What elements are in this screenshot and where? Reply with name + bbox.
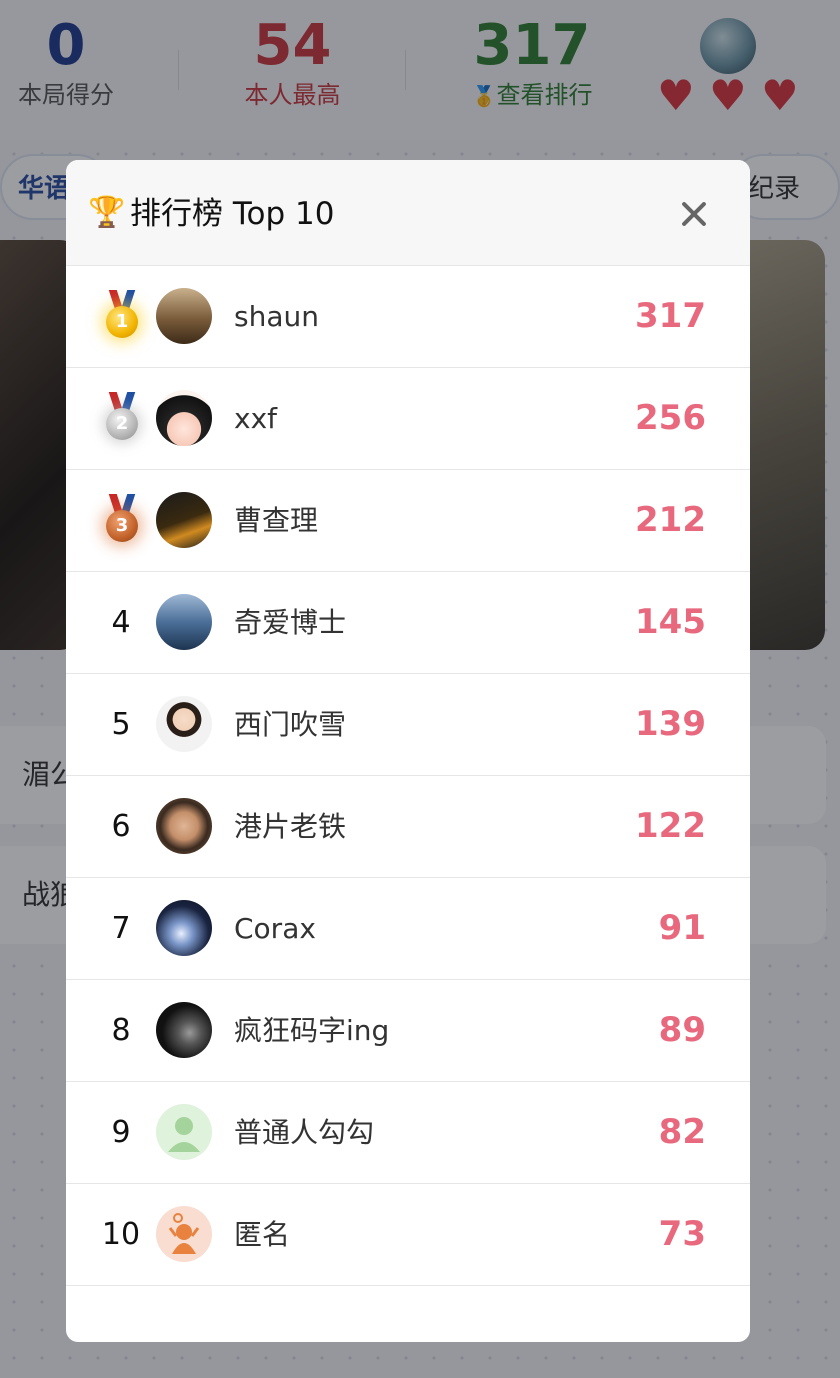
player-name: 疯狂码字ing	[234, 1014, 390, 1047]
close-button[interactable]	[678, 198, 710, 230]
anonymous-icon	[168, 1213, 200, 1254]
leaderboard-modal: 🏆 排行榜 Top 10 1 shaun 317 2 xxf 256 3 曹查理…	[66, 160, 750, 1342]
rank-number: 6	[111, 809, 131, 844]
modal-title: 排行榜 Top 10	[130, 196, 335, 232]
player-score: 89	[658, 1010, 706, 1050]
rank-number: 9	[111, 1115, 131, 1150]
leaderboard-row: 2 xxf 256	[66, 368, 750, 470]
player-name: shaun	[234, 300, 319, 333]
leaderboard-row: 7 Corax 91	[66, 878, 750, 980]
avatar	[156, 900, 212, 956]
leaderboard-row: 9 普通人勾勾 82	[66, 1082, 750, 1184]
leaderboard-row: 3 曹查理 212	[66, 470, 750, 572]
avatar	[156, 798, 212, 854]
modal-header: 🏆 排行榜 Top 10	[66, 160, 750, 266]
player-name: 曹查理	[234, 504, 319, 537]
rank-number: 4	[111, 605, 131, 640]
player-score: 139	[635, 704, 706, 744]
rank-number: 5	[111, 707, 131, 742]
player-name: Corax	[234, 912, 316, 945]
player-name: 奇爱博士	[234, 606, 347, 639]
rank-number: 7	[111, 911, 131, 946]
player-score: 91	[658, 908, 706, 948]
avatar	[156, 390, 212, 446]
avatar	[156, 288, 212, 344]
default-user-icon	[168, 1117, 200, 1152]
player-score: 82	[658, 1112, 706, 1152]
leaderboard-row: 10 匿名 73	[66, 1184, 750, 1286]
player-name: 港片老铁	[234, 810, 347, 843]
avatar	[156, 492, 212, 548]
player-score: 317	[635, 296, 706, 336]
player-score: 212	[635, 500, 706, 540]
player-name: 普通人勾勾	[234, 1116, 375, 1149]
player-name: xxf	[234, 402, 277, 435]
leaderboard-row: 4 奇爱博士 145	[66, 572, 750, 674]
player-score: 73	[658, 1214, 706, 1254]
player-name: 匿名	[234, 1218, 291, 1251]
avatar	[156, 696, 212, 752]
player-score: 122	[635, 806, 706, 846]
silver-medal-icon: 2	[104, 392, 140, 446]
leaderboard-row: 1 shaun 317	[66, 266, 750, 368]
rank-number: 10	[101, 1217, 141, 1252]
trophy-icon: 🏆	[88, 195, 126, 230]
avatar	[156, 1206, 212, 1262]
leaderboard-row: 6 港片老铁 122	[66, 776, 750, 878]
avatar	[156, 1104, 212, 1160]
player-name: 西门吹雪	[234, 708, 347, 741]
player-score: 145	[635, 602, 706, 642]
rank-number: 8	[111, 1013, 131, 1048]
bronze-medal-icon: 3	[104, 494, 140, 548]
leaderboard-row: 8 疯狂码字ing 89	[66, 980, 750, 1082]
avatar	[156, 1002, 212, 1058]
player-score: 256	[635, 398, 706, 438]
avatar	[156, 594, 212, 650]
leaderboard-list: 1 shaun 317 2 xxf 256 3 曹查理 212 4 奇爱博士 1…	[66, 266, 750, 1286]
gold-medal-icon: 1	[104, 290, 140, 344]
leaderboard-row: 5 西门吹雪 139	[66, 674, 750, 776]
